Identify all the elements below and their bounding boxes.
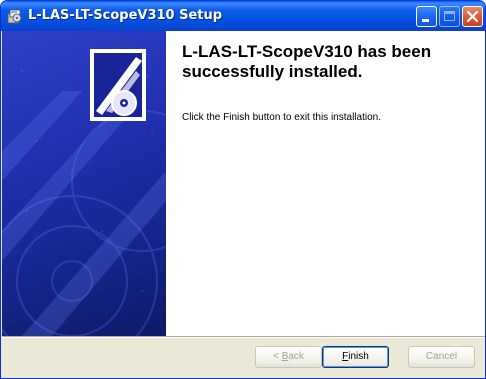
installer-disc-banner [2, 49, 166, 336]
finish-label-rest: inish [348, 351, 369, 362]
close-icon [466, 10, 479, 23]
minimize-icon [422, 19, 429, 22]
completion-heading: L-LAS-LT-ScopeV310 has been successfully… [182, 42, 432, 81]
window-title: L-LAS-LT-ScopeV310 Setup [28, 8, 223, 23]
finish-button[interactable]: Finish [322, 346, 389, 368]
back-label-rest: ack [288, 351, 304, 362]
title-bar[interactable]: L-LAS-LT-ScopeV310 Setup [1, 1, 485, 31]
installer-banner [2, 31, 166, 336]
close-button[interactable] [462, 6, 483, 27]
maximize-button[interactable] [439, 6, 460, 27]
maximize-icon [444, 11, 455, 21]
button-divider [2, 336, 485, 338]
back-button[interactable]: < Back [255, 346, 322, 368]
cancel-button[interactable]: Cancel [408, 346, 475, 368]
setup-disk-icon [7, 9, 22, 24]
completion-description: Click the Finish button to exit this ins… [182, 112, 381, 123]
content-panel: L-LAS-LT-ScopeV310 has been successfully… [166, 31, 485, 336]
setup-window: L-LAS-LT-ScopeV310 Setup L-LAS-LT-ScopeV… [0, 0, 486, 379]
back-prefix: < [273, 351, 282, 362]
minimize-button[interactable] [416, 6, 437, 27]
